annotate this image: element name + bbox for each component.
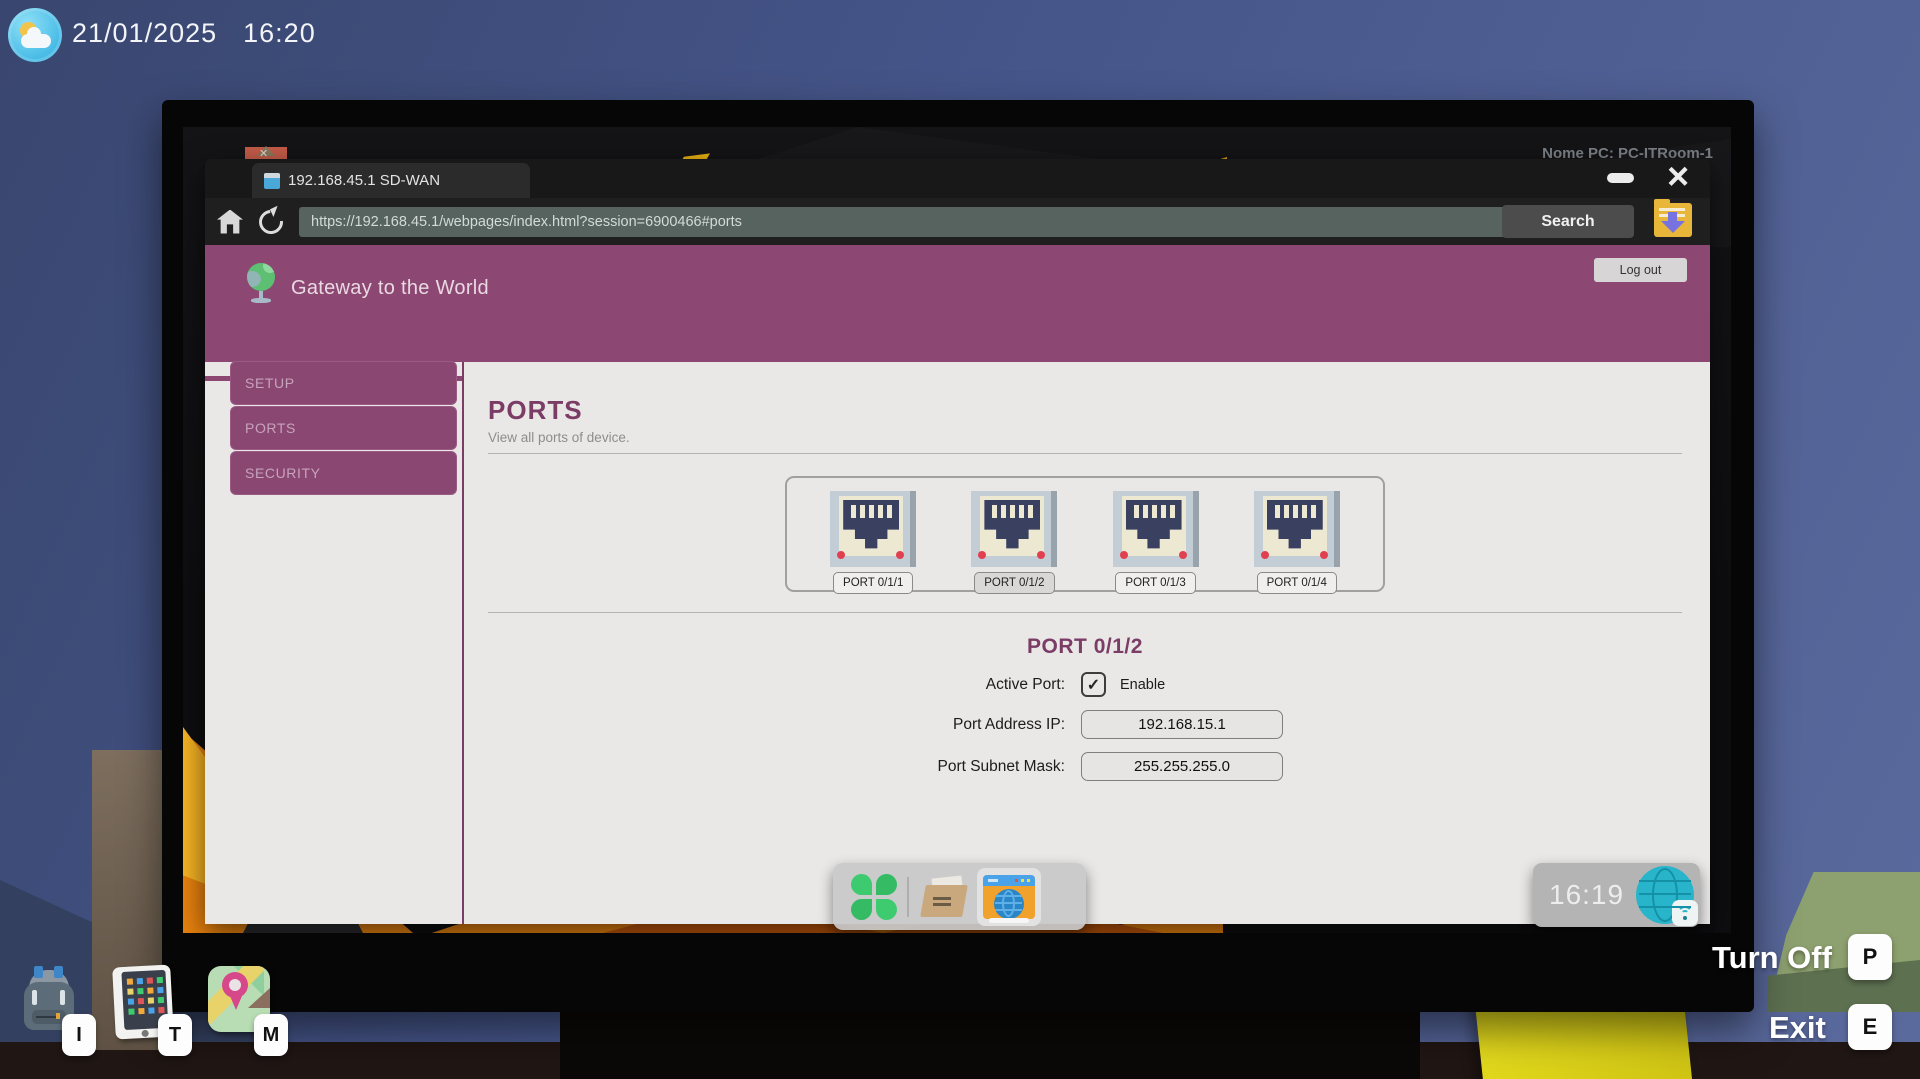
enable-label: Enable — [1120, 677, 1165, 693]
search-button[interactable]: Search — [1502, 205, 1634, 238]
subnet-mask-label: Port Subnet Mask: — [765, 758, 1081, 776]
game-scene: Nome PC: PC-ITRoom-1 192.168.45.1 SD-WAN… — [0, 0, 1920, 1079]
network-globe-icon[interactable] — [1636, 866, 1694, 924]
key-hint-inventory: I — [62, 1014, 96, 1056]
key-hint-exit: E — [1848, 1004, 1892, 1050]
divider — [488, 612, 1682, 613]
browser-titlebar: 192.168.45.1 SD-WAN × — [205, 159, 1710, 198]
turn-off-label[interactable]: Turn Off — [1712, 940, 1832, 976]
ethernet-port-icon — [1254, 491, 1340, 567]
page-title: PORTS — [488, 395, 1682, 426]
tab-title: 192.168.45.1 SD-WAN — [288, 172, 440, 189]
port-label[interactable]: PORT 0/1/1 — [833, 572, 913, 594]
divider — [488, 453, 1682, 454]
key-hint-turn-off: P — [1848, 934, 1892, 980]
browser-window: 192.168.45.1 SD-WAN × Search Gateway to … — [205, 159, 1710, 924]
taskbar-clock-panel[interactable]: 16:19 — [1533, 863, 1700, 927]
port-label[interactable]: PORT 0/1/4 — [1257, 572, 1337, 594]
ethernet-port-icon — [830, 491, 916, 567]
subnet-mask-input[interactable] — [1081, 752, 1283, 781]
site-content: SETUP PORTS SECURITY PORTS View all port… — [205, 362, 1710, 924]
port-detail-title: PORT 0/1/2 — [488, 635, 1682, 659]
form-row-ip: Port Address IP: — [765, 710, 1405, 739]
browser-app-icon — [983, 875, 1035, 919]
sidebar-item-label: PORTS — [245, 420, 296, 436]
taskbar-clock: 16:19 — [1549, 879, 1624, 911]
page-subtitle: View all ports of device. — [488, 430, 1682, 445]
ip-label: Port Address IP: — [765, 716, 1081, 734]
sidebar-item-ports[interactable]: PORTS — [231, 407, 456, 449]
refresh-icon[interactable] — [254, 205, 288, 239]
form-row-active: Active Port: ✓ Enable — [765, 672, 1405, 697]
site-brand: Gateway to the World — [291, 277, 489, 300]
browser-toolbar: Search — [205, 198, 1710, 245]
site-header: Gateway to the World Log out — [205, 245, 1710, 362]
bookmarks-folder-icon[interactable] — [1654, 203, 1692, 237]
taskbar-divider — [907, 877, 909, 917]
sidebar-item-security[interactable]: SECURITY — [231, 452, 456, 494]
sidebar-item-label: SETUP — [245, 375, 295, 391]
form-row-mask: Port Subnet Mask: — [765, 752, 1405, 781]
port-label-selected[interactable]: PORT 0/1/2 — [974, 572, 1054, 594]
exit-label[interactable]: Exit — [1769, 1010, 1826, 1046]
pc-screen[interactable]: Nome PC: PC-ITRoom-1 192.168.45.1 SD-WAN… — [183, 127, 1731, 933]
hud-time: 16:20 — [243, 18, 316, 48]
home-icon[interactable] — [217, 210, 243, 234]
ports-box: PORT 0/1/1 PORT 0/1/2 — [785, 476, 1385, 592]
weather-icon — [8, 8, 62, 62]
minimize-button[interactable] — [1607, 173, 1634, 183]
tab-favicon-icon — [264, 173, 280, 189]
logout-button[interactable]: Log out — [1594, 258, 1687, 282]
sidebar-item-setup[interactable]: SETUP — [231, 362, 456, 404]
wifi-icon — [1672, 900, 1698, 926]
globe-icon — [245, 263, 277, 303]
hud-date: 21/01/2025 — [72, 18, 217, 48]
port-card[interactable]: PORT 0/1/2 — [959, 491, 1069, 594]
ip-input[interactable] — [1081, 710, 1283, 739]
enable-checkbox[interactable]: ✓ — [1081, 672, 1106, 697]
os-taskbar — [833, 863, 1086, 930]
file-explorer-icon[interactable] — [919, 875, 971, 919]
main-panel: PORTS View all ports of device. PORT 0/1… — [464, 362, 1710, 924]
sidebar-item-label: SECURITY — [245, 465, 321, 481]
port-card[interactable]: PORT 0/1/1 — [818, 491, 928, 594]
app-launcher-icon[interactable] — [851, 874, 897, 920]
monitor-stand-shadow — [560, 1008, 1420, 1079]
close-button[interactable]: × — [1667, 159, 1689, 198]
ethernet-port-icon — [1113, 491, 1199, 567]
ethernet-port-icon — [971, 491, 1057, 567]
port-label[interactable]: PORT 0/1/3 — [1115, 572, 1195, 594]
port-card[interactable]: PORT 0/1/4 — [1242, 491, 1352, 594]
browser-app-active[interactable] — [977, 868, 1041, 926]
hud-datetime: 21/01/2025 16:20 — [72, 18, 342, 49]
key-hint-tablet: T — [158, 1014, 192, 1056]
browser-tab[interactable]: 192.168.45.1 SD-WAN — [252, 163, 530, 198]
key-hint-map: M — [254, 1014, 288, 1056]
active-port-label: Active Port: — [765, 676, 1081, 694]
sidebar: SETUP PORTS SECURITY — [205, 362, 464, 924]
port-card[interactable]: PORT 0/1/3 — [1101, 491, 1211, 594]
url-input[interactable] — [299, 207, 1521, 237]
port-detail-form: Active Port: ✓ Enable Port Address IP: P… — [765, 672, 1405, 781]
